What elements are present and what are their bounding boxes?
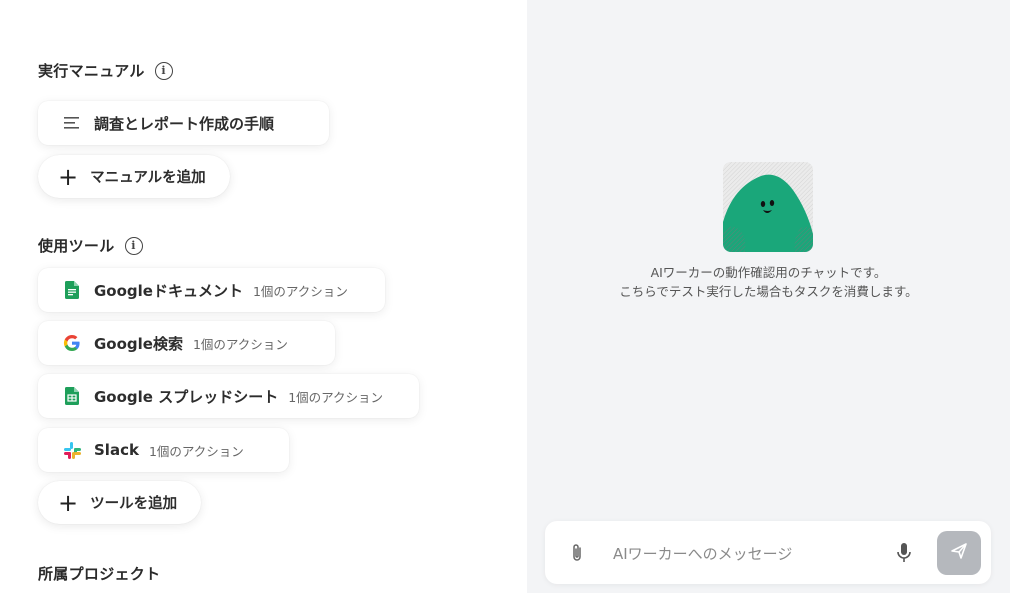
info-icon[interactable]: i (124, 236, 143, 255)
mascot-image (723, 162, 813, 252)
tool-label: Google検索 (94, 334, 183, 353)
send-arrow-icon (950, 542, 968, 564)
slack-icon (62, 440, 82, 460)
tool-action-count: 1個のアクション (192, 336, 288, 352)
tool-label: Google スプレッドシート (94, 387, 279, 406)
add-manual-label: マニュアルを追加 (90, 170, 206, 186)
manual-item-label: 調査とレポート作成の手順 (94, 114, 275, 133)
send-button[interactable] (937, 531, 981, 575)
tool-label: Slack (94, 441, 139, 459)
tools-section-label: 使用ツール (38, 237, 115, 255)
info-icon[interactable]: i (154, 61, 173, 80)
tool-action-count: 1個のアクション (288, 389, 384, 405)
tool-action-count: 1個のアクション (252, 283, 348, 299)
paperclip-icon[interactable] (567, 542, 587, 564)
chat-intro-message: AIワーカーの動作確認用のチャットです。 こちらでテスト実行した場合もタスクを消… (527, 263, 1010, 301)
message-input-box[interactable]: AIワーカーへのメッセージ (545, 521, 991, 584)
tool-item-google-sheets[interactable]: Google スプレッドシート 1個のアクション (38, 374, 419, 418)
tool-label: Googleドキュメント (94, 281, 243, 300)
add-tool-label: ツールを追加 (90, 496, 178, 512)
add-tool-button[interactable]: + ツールを追加 (38, 481, 202, 524)
document-lines-icon (62, 113, 82, 133)
project-section-label: 所属プロジェクト (38, 565, 161, 583)
manual-section-label: 実行マニュアル (38, 62, 145, 80)
left-panel: 実行マニュアル i 調査とレポート作成の手順 + マニュアルを追加 使用ツール … (0, 0, 527, 593)
message-input[interactable]: AIワーカーへのメッセージ (613, 543, 792, 564)
tool-item-google-search[interactable]: Google検索 1個のアクション (38, 321, 335, 365)
project-section-title: 所属プロジェクト (38, 563, 160, 584)
google-sheets-icon (62, 386, 82, 406)
google-g-icon (62, 333, 82, 353)
chat-message-line2: こちらでテスト実行した場合もタスクを消費します。 (619, 284, 918, 299)
plus-icon: + (58, 488, 79, 517)
microphone-icon[interactable] (894, 541, 914, 565)
tool-item-google-docs[interactable]: Googleドキュメント 1個のアクション (38, 268, 385, 312)
add-manual-button[interactable]: + マニュアルを追加 (38, 155, 230, 198)
right-edge (1010, 0, 1024, 593)
tool-item-slack[interactable]: Slack 1個のアクション (38, 428, 289, 472)
google-docs-icon (62, 280, 82, 300)
manual-section-title: 実行マニュアル i (38, 60, 173, 81)
chat-message-line1: AIワーカーの動作確認用のチャットです。 (650, 265, 887, 280)
tool-action-count: 1個のアクション (148, 443, 244, 459)
manual-item-card[interactable]: 調査とレポート作成の手順 (38, 101, 329, 145)
plus-icon: + (58, 162, 79, 191)
tools-section-title: 使用ツール i (38, 235, 143, 256)
